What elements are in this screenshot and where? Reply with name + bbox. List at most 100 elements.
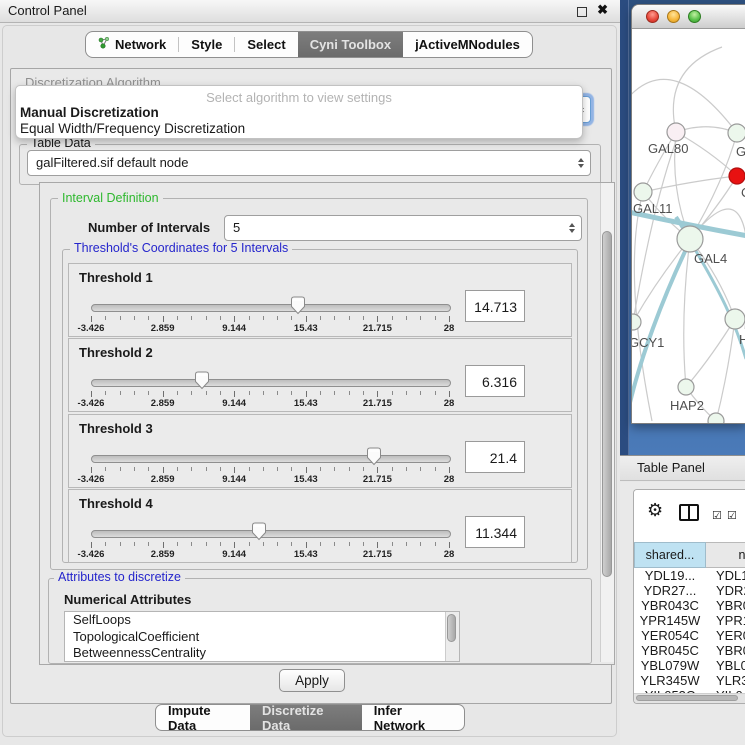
column-header-name[interactable]: na — [706, 542, 745, 568]
cell-name[interactable]: YBR0 — [706, 598, 745, 613]
cell-shared-name[interactable]: YER054C — [634, 628, 706, 643]
table-row[interactable]: YLR345WYLR3 — [634, 673, 745, 688]
slider-track[interactable] — [91, 455, 451, 463]
close-icon[interactable]: ✖ — [597, 2, 608, 18]
threshold-value-field[interactable]: 14.713 — [465, 290, 525, 322]
network-node-hap2[interactable] — [678, 379, 694, 395]
network-node[interactable] — [708, 413, 724, 423]
gear-icon[interactable]: ⚙ — [647, 500, 663, 521]
tab-discretize-data[interactable]: Discretize Data — [250, 705, 362, 730]
threshold-block-4: Threshold 4-3.4262.8599.14415.4321.71528… — [68, 489, 572, 563]
node-label-gcy1: GCY1 — [632, 335, 664, 350]
table-row[interactable]: YDL19...YDL1 — [634, 568, 745, 583]
column-header-shared[interactable]: shared... — [634, 542, 706, 568]
zoom-traffic-light-icon[interactable] — [688, 10, 701, 23]
threshold-slider[interactable]: -3.4262.8599.14415.4321.71528 — [91, 415, 449, 487]
node-label-ga: GA — [736, 144, 745, 159]
network-canvas[interactable]: GAL80GACGAL11GAL4HGCY1HAP2 — [632, 29, 745, 423]
slider-thumb[interactable] — [251, 522, 267, 541]
cell-name[interactable]: YLR3 — [706, 673, 745, 688]
network-window-titlebar[interactable] — [632, 5, 745, 29]
checkbox-icon[interactable]: ☑ — [712, 509, 722, 522]
tab-infer-network[interactable]: Infer Network — [362, 705, 464, 730]
cell-name[interactable]: YBL0 — [706, 658, 745, 673]
table-row[interactable]: YBR043CYBR0 — [634, 598, 745, 613]
tab-cyni-toolbox[interactable]: Cyni Toolbox — [298, 32, 403, 57]
threshold-slider[interactable]: -3.4262.8599.14415.4321.71528 — [91, 264, 449, 336]
minimize-traffic-light-icon[interactable] — [667, 10, 680, 23]
cell-name[interactable]: YER0 — [706, 628, 745, 643]
slider-track[interactable] — [91, 379, 451, 387]
table-scrollbar-thumb[interactable] — [636, 695, 738, 701]
slider-track[interactable] — [91, 304, 451, 312]
threshold-slider[interactable]: -3.4262.8599.14415.4321.71528 — [91, 490, 449, 562]
table-row[interactable]: YBL079WYBL0 — [634, 658, 745, 673]
checkbox-icon[interactable]: ☑ — [727, 509, 737, 522]
table-row[interactable]: YPR145WYPR1 — [634, 613, 745, 628]
slider-tick — [320, 316, 321, 320]
table-horizontal-scrollbar[interactable] — [634, 693, 745, 703]
tab-select[interactable]: Select — [235, 32, 297, 57]
slider-thumb[interactable] — [366, 447, 382, 466]
network-node-gcy1[interactable] — [632, 314, 641, 330]
slider-track[interactable] — [91, 530, 451, 538]
network-edge[interactable] — [632, 79, 737, 133]
split-columns-icon[interactable] — [679, 504, 699, 521]
cell-shared-name[interactable]: YPR145W — [634, 613, 706, 628]
cell-name[interactable]: YDL1 — [706, 568, 745, 583]
network-edge[interactable] — [643, 176, 737, 192]
tab-style[interactable]: Style — [179, 32, 234, 57]
option-manual-discretization[interactable]: Manual Discretization — [20, 105, 159, 120]
slider-tick-label: 15.43 — [294, 323, 318, 334]
slider-tick-label: 2.859 — [151, 474, 175, 485]
float-window-icon[interactable] — [577, 7, 587, 17]
slider-tick-label: 15.43 — [294, 398, 318, 409]
table-data-combobox[interactable]: galFiltered.sif default node — [27, 150, 591, 176]
number-of-intervals-combobox[interactable]: 5 — [224, 215, 582, 241]
attributes-scrollbar[interactable] — [445, 612, 459, 661]
cell-shared-name[interactable]: YDR27... — [634, 583, 706, 598]
network-edge[interactable] — [686, 319, 735, 387]
table-row[interactable]: YDR27...YDR2 — [634, 583, 745, 598]
network-edge[interactable] — [684, 239, 690, 387]
threshold-value-field[interactable]: 21.4 — [465, 441, 525, 473]
numerical-attributes-list[interactable]: SelfLoopsTopologicalCoefficientBetweenne… — [64, 611, 460, 662]
close-traffic-light-icon[interactable] — [646, 10, 659, 23]
table-row[interactable]: YBR045CYBR0 — [634, 643, 745, 658]
attribute-item-topologicalcoefficient[interactable]: TopologicalCoefficient — [65, 629, 459, 646]
settings-scrollbar[interactable] — [600, 183, 614, 662]
apply-button[interactable]: Apply — [279, 669, 345, 692]
network-edge[interactable] — [673, 47, 722, 132]
table-row[interactable]: YER054CYER0 — [634, 628, 745, 643]
slider-thumb[interactable] — [194, 371, 210, 390]
network-node-c[interactable] — [729, 168, 745, 184]
threshold-value-field[interactable]: 11.344 — [465, 516, 525, 548]
cell-name[interactable]: YPR1 — [706, 613, 745, 628]
threshold-slider[interactable]: -3.4262.8599.14415.4321.71528 — [91, 339, 449, 411]
network-edge[interactable] — [633, 141, 676, 322]
cell-shared-name[interactable]: YDL19... — [634, 568, 706, 583]
tab-impute-data[interactable]: Impute Data — [156, 705, 250, 730]
option-equal-width-frequency[interactable]: Equal Width/Frequency Discretization — [20, 121, 245, 136]
tab-jactivemnodules[interactable]: jActiveMNodules — [403, 32, 532, 57]
settings-scrollbar-thumb[interactable] — [602, 231, 612, 577]
network-window[interactable]: GAL80GACGAL11GAL4HGCY1HAP2 — [631, 4, 745, 424]
cell-shared-name[interactable]: YLR345W — [634, 673, 706, 688]
attributes-scrollbar-thumb[interactable] — [447, 614, 456, 642]
cell-shared-name[interactable]: YBL079W — [634, 658, 706, 673]
cell-name[interactable]: YBR0 — [706, 643, 745, 658]
network-node-gal4[interactable] — [677, 226, 703, 252]
cell-name[interactable]: YDR2 — [706, 583, 745, 598]
network-node-gal11[interactable] — [634, 183, 652, 201]
attribute-item-selfloops[interactable]: SelfLoops — [65, 612, 459, 629]
network-node-h[interactable] — [725, 309, 745, 329]
network-node-ga[interactable] — [728, 124, 745, 142]
cell-shared-name[interactable]: YBR043C — [634, 598, 706, 613]
slider-thumb[interactable] — [290, 296, 306, 315]
cell-shared-name[interactable]: YBR045C — [634, 643, 706, 658]
attribute-item-betweennesscentrality[interactable]: BetweennessCentrality — [65, 645, 459, 662]
network-node-gal80[interactable] — [667, 123, 685, 141]
threshold-value-field[interactable]: 6.316 — [465, 365, 525, 397]
network-edge[interactable] — [634, 192, 652, 421]
tab-network[interactable]: Network — [86, 32, 178, 57]
